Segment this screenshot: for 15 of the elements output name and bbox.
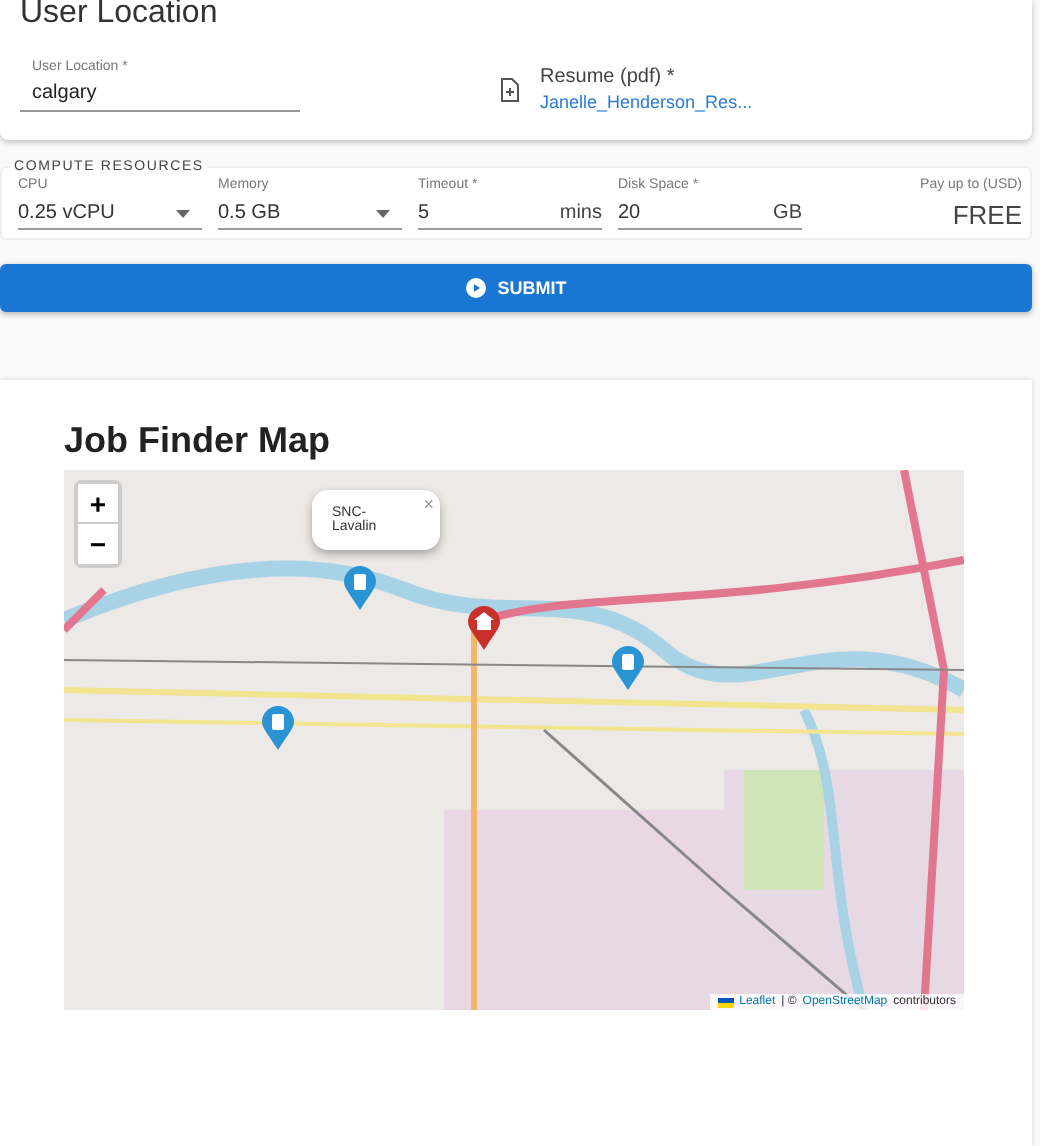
flag-icon — [717, 997, 734, 1007]
file-upload-icon[interactable] — [500, 77, 520, 101]
zoom-in-button[interactable]: + — [78, 484, 118, 524]
resume-file-link[interactable]: Janelle_Henderson_Res... — [540, 92, 753, 112]
dropdown-caret-icon — [376, 209, 390, 217]
building-marker-icon[interactable] — [344, 566, 376, 610]
map-title: Job Finder Map — [64, 420, 333, 462]
building-marker-icon[interactable] — [612, 646, 644, 690]
pay-value: FREE — [952, 200, 1022, 230]
resume-label: Resume (pdf) * — [540, 66, 677, 88]
building-marker-icon[interactable] — [262, 706, 294, 750]
home-marker-icon[interactable] — [468, 606, 500, 650]
dropdown-caret-icon — [176, 209, 190, 217]
submit-button[interactable]: SUBMIT — [0, 264, 1032, 312]
play-icon — [465, 278, 486, 298]
